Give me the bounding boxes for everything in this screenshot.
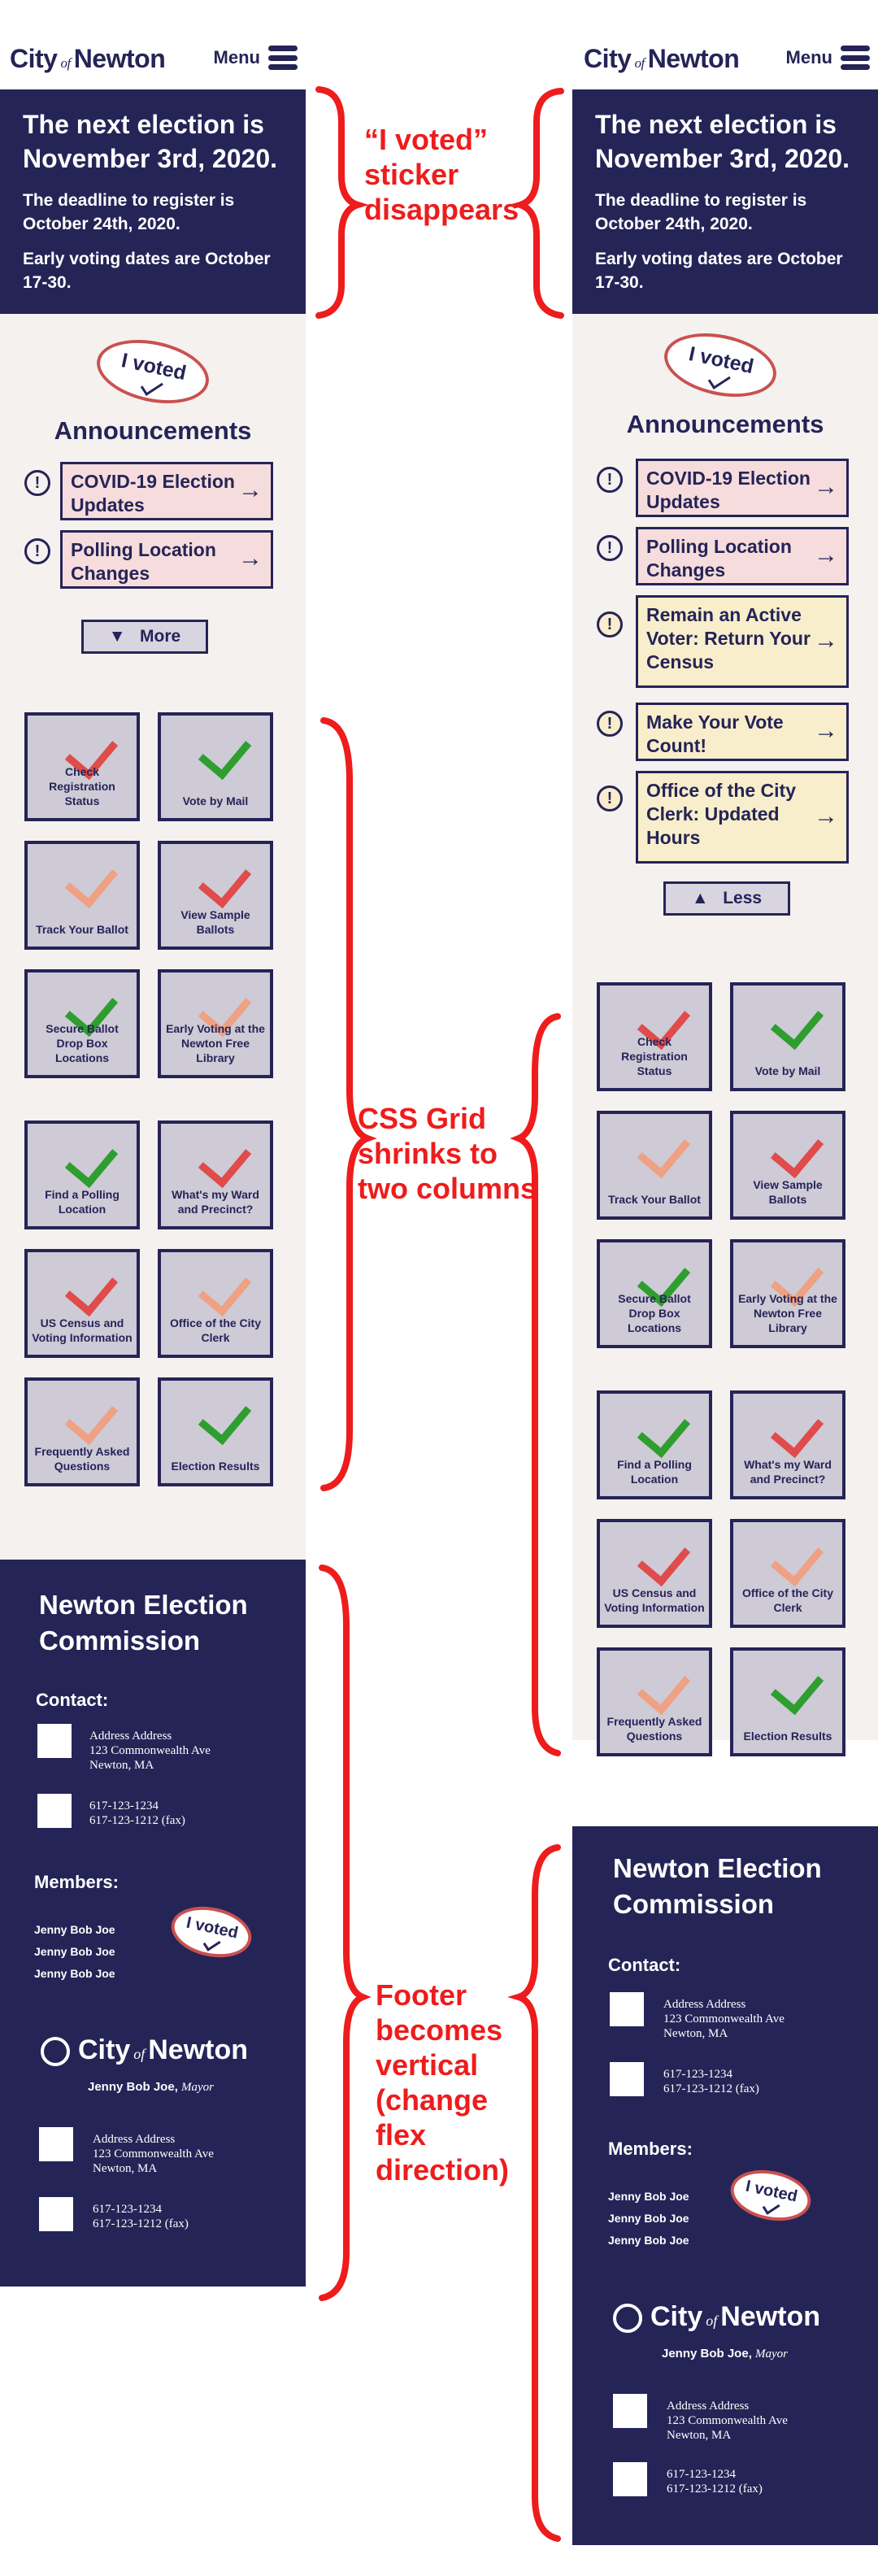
brace-footer-right	[507, 1844, 561, 2542]
annotation-sticker: “I voted” sticker disappears	[364, 123, 519, 226]
annotation-grid: CSS Grid shrinks to two columns	[358, 1102, 537, 1205]
annotation-footer: Footer becomes vertical (change flex dir…	[376, 1978, 510, 2187]
annotation-brace-left	[315, 86, 564, 2542]
brace-sticker-left	[315, 86, 369, 319]
brace-footer-left	[319, 1564, 372, 2301]
